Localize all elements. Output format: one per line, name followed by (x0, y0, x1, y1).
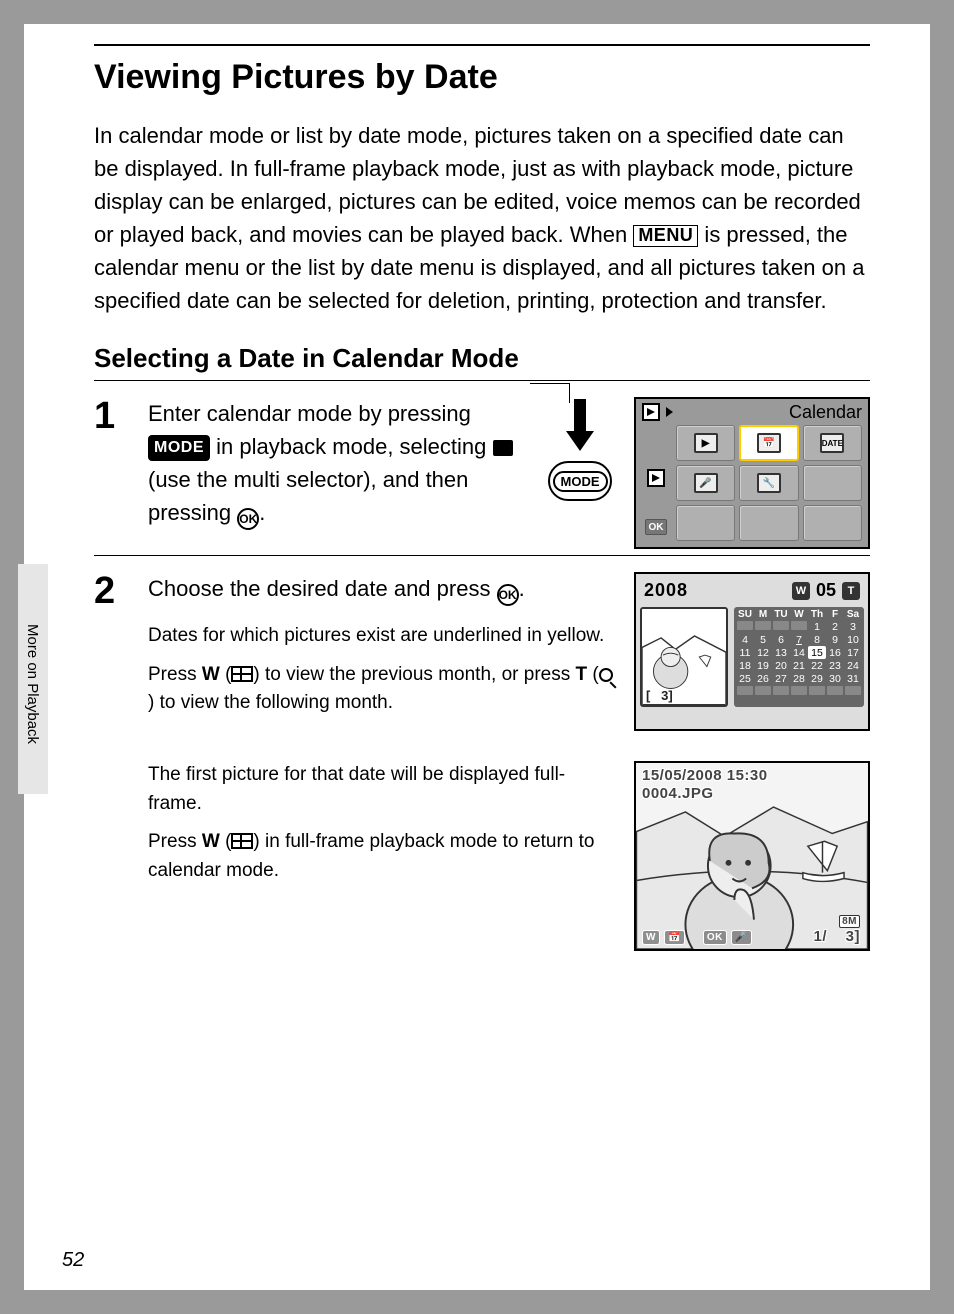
playback-mode-icon (647, 469, 665, 487)
chevron-right-icon (666, 407, 673, 417)
step-2-continued: The first picture for that date will be … (94, 761, 870, 951)
thumbnail-count: [ 3] (646, 688, 673, 703)
section-subtitle: Selecting a Date in Calendar Mode (94, 343, 870, 374)
side-section-label: More on Playback (24, 624, 41, 744)
manual-page: More on Playback Viewing Pictures by Dat… (24, 24, 930, 1290)
zoom-in-t: T (576, 664, 588, 685)
ok-indicator: OK (645, 519, 667, 535)
step-1-number: 1 (94, 397, 128, 530)
mode-chip-icon: MODE (148, 435, 210, 461)
size-badge: 8M (839, 915, 860, 928)
calendar-icon (493, 440, 513, 456)
step-1-row: 1 Enter calendar mode by pressing MODE i… (94, 397, 870, 549)
thumbnail-icon (231, 666, 253, 682)
thumbnail-icon (231, 833, 253, 849)
w-badge-icon: W (642, 930, 660, 945)
voice-badge-icon: 🎤 (731, 930, 752, 945)
intro-paragraph: In calendar mode or list by date mode, p… (94, 119, 870, 317)
prev-month-button[interactable]: W (792, 582, 810, 600)
step-2-number: 2 (94, 572, 128, 610)
step-2-note-3: The first picture for that date will be … (148, 761, 614, 818)
page-title: Viewing Pictures by Date (94, 58, 870, 97)
osd-counter: 8M 1/ 3] (813, 911, 860, 945)
menu-button-label: MENU (633, 225, 698, 247)
down-arrow-icon (560, 397, 600, 457)
calendar-grid[interactable]: SUMTUWThFSa 1234567891011121314151617181… (734, 607, 864, 707)
calendar-month: 05 (816, 580, 836, 601)
grid-cell-calendar[interactable]: 📅 (739, 425, 798, 461)
next-month-button[interactable]: T (842, 582, 860, 600)
grid-cell-date[interactable]: DATE (803, 425, 862, 461)
osd-timestamp: 15/05/2008 15:30 0004.JPG (642, 767, 768, 803)
playback-icon (642, 403, 660, 421)
lcd-screen-mode-menu: Calendar OK ▶ 📅 DATE 🎤 🔧 (634, 397, 870, 549)
grid-cell-voice[interactable]: 🎤 (676, 465, 735, 501)
step-2-note-2: Press W () to view the previous month, o… (148, 661, 614, 718)
subtitle-rule (94, 380, 870, 381)
step-1: 1 Enter calendar mode by pressing MODE i… (94, 397, 520, 530)
lcd-title: Calendar (789, 402, 862, 423)
step-2-note-4: Press W () in full-frame playback mode t… (148, 828, 614, 885)
step-2-body: Choose the desired date and press OK. (148, 572, 614, 610)
ok-button-icon: OK (237, 508, 259, 530)
step-2-note-1: Dates for which pictures exist are under… (148, 622, 614, 651)
osd-bottom-icons: W 📅 OK 🎤 (642, 930, 752, 945)
step-separator (94, 555, 870, 556)
cal-badge-icon: 📅 (664, 930, 685, 945)
lcd-screen-fullframe: 15/05/2008 15:30 0004.JPG 8M 1/ 3] W 📅 O… (634, 761, 870, 951)
mode-button-figure: MODE (540, 397, 620, 501)
step-2-row: 2 Choose the desired date and press OK. … (94, 572, 870, 731)
top-rule (94, 44, 870, 46)
grid-cell-empty-4 (803, 505, 862, 541)
grid-cell-playback[interactable]: ▶ (676, 425, 735, 461)
magnify-icon (599, 668, 613, 682)
grid-cell-empty-3 (739, 505, 798, 541)
step-2: 2 Choose the desired date and press OK. (94, 572, 614, 610)
grid-cell-setup[interactable]: 🔧 (739, 465, 798, 501)
date-thumbnail: [ 3] (640, 607, 728, 707)
step-1-body: Enter calendar mode by pressing MODE in … (148, 397, 520, 530)
zoom-out-w: W (202, 831, 220, 852)
grid-cell-empty-2 (676, 505, 735, 541)
ok-badge-icon: OK (703, 930, 727, 945)
mode-physical-button[interactable]: MODE (548, 461, 612, 501)
ok-button-icon: OK (497, 584, 519, 606)
mode-grid: ▶ 📅 DATE 🎤 🔧 (676, 425, 862, 541)
zoom-out-w: W (202, 664, 220, 685)
lcd-screen-calendar: 2008 W 05 T (634, 572, 870, 731)
calendar-year: 2008 (644, 580, 688, 601)
grid-cell-empty-1 (803, 465, 862, 501)
page-number: 52 (62, 1249, 84, 1272)
